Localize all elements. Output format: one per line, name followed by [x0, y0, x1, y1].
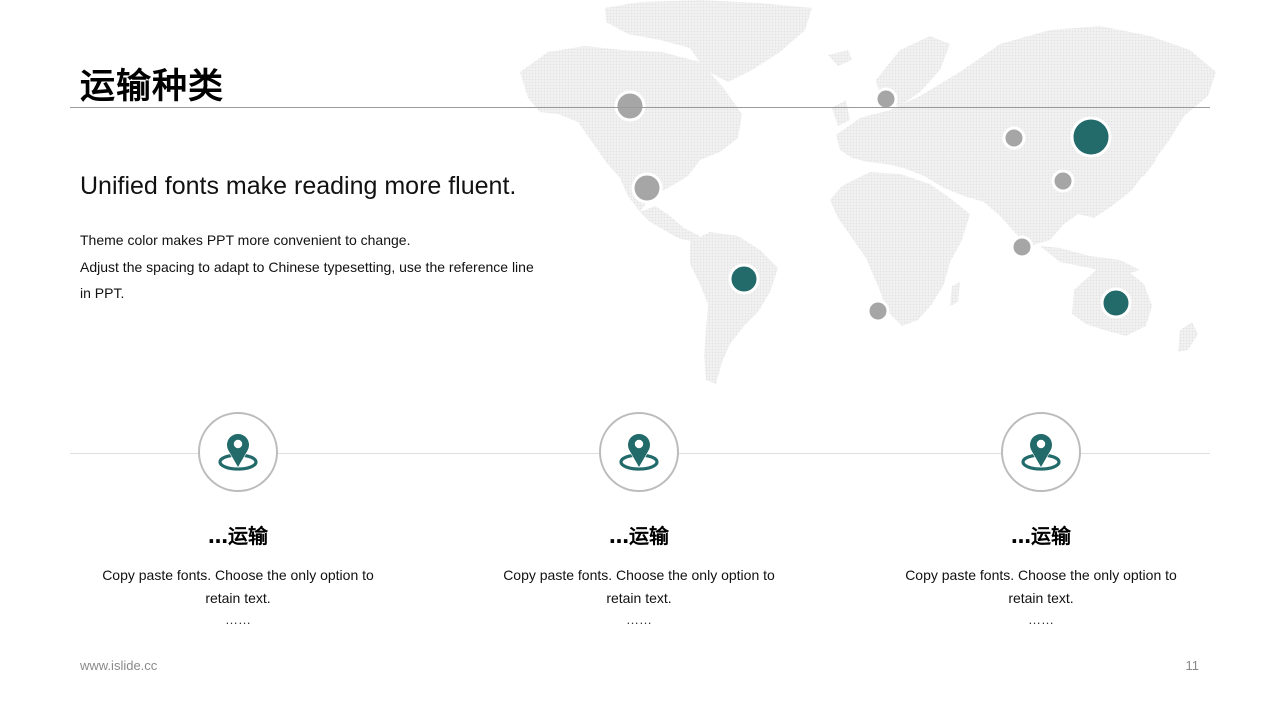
page-title: 运输种类 [80, 67, 225, 107]
pin-circle [198, 412, 278, 492]
map-marker [1070, 116, 1112, 158]
footer-url: www.islide.cc [80, 658, 158, 673]
continents [520, 0, 1216, 384]
body-line: in PPT. [80, 285, 125, 301]
map-marker [1051, 169, 1075, 193]
page-number: 11 [1185, 658, 1200, 673]
map-marker [631, 172, 663, 204]
map-marker [728, 263, 760, 295]
map-pin-icon [1021, 432, 1061, 471]
pin-circle [1001, 412, 1081, 492]
item-description-line: Copy paste fonts. Choose the only option… [503, 567, 775, 583]
item-ellipsis: …… [626, 612, 652, 627]
transport-item: …运输 Copy paste fonts. Choose the only op… [871, 412, 1211, 630]
subtitle: Unified fonts make reading more fluent. [80, 172, 517, 200]
pin-circle [599, 412, 679, 492]
item-title: …运输 [1011, 524, 1071, 548]
item-description: Copy paste fonts. Choose the only option… [469, 564, 809, 610]
map-pin-icon [619, 432, 659, 471]
item-description: Copy paste fonts. Choose the only option… [68, 564, 408, 610]
body-line: Adjust the spacing to adapt to Chinese t… [80, 258, 534, 275]
world-map [520, 0, 1216, 384]
item-title: …运输 [208, 524, 268, 548]
map-marker [874, 87, 898, 111]
item-description-line: retain text. [205, 590, 271, 606]
map-pin-icon [218, 432, 258, 471]
transport-item: …运输 Copy paste fonts. Choose the only op… [68, 412, 408, 630]
item-title: …运输 [609, 524, 669, 548]
item-description-line: Copy paste fonts. Choose the only option… [905, 567, 1177, 583]
item-description-line: Copy paste fonts. Choose the only option… [102, 567, 374, 583]
body-line: Theme color makes PPT more convenient to… [80, 232, 411, 248]
item-ellipsis: …… [1028, 612, 1054, 627]
map-marker [1010, 235, 1034, 259]
map-marker [866, 299, 890, 323]
map-marker [1002, 126, 1026, 150]
item-description-line: retain text. [606, 590, 672, 606]
body-text: Theme color makes PPT more convenient to… [80, 227, 560, 307]
item-description-line: retain text. [1008, 590, 1074, 606]
map-marker [614, 90, 646, 122]
item-description: Copy paste fonts. Choose the only option… [871, 564, 1211, 610]
item-ellipsis: …… [225, 612, 251, 627]
map-marker [1100, 287, 1132, 319]
transport-item: …运输 Copy paste fonts. Choose the only op… [469, 412, 809, 630]
title-divider [70, 107, 1210, 108]
